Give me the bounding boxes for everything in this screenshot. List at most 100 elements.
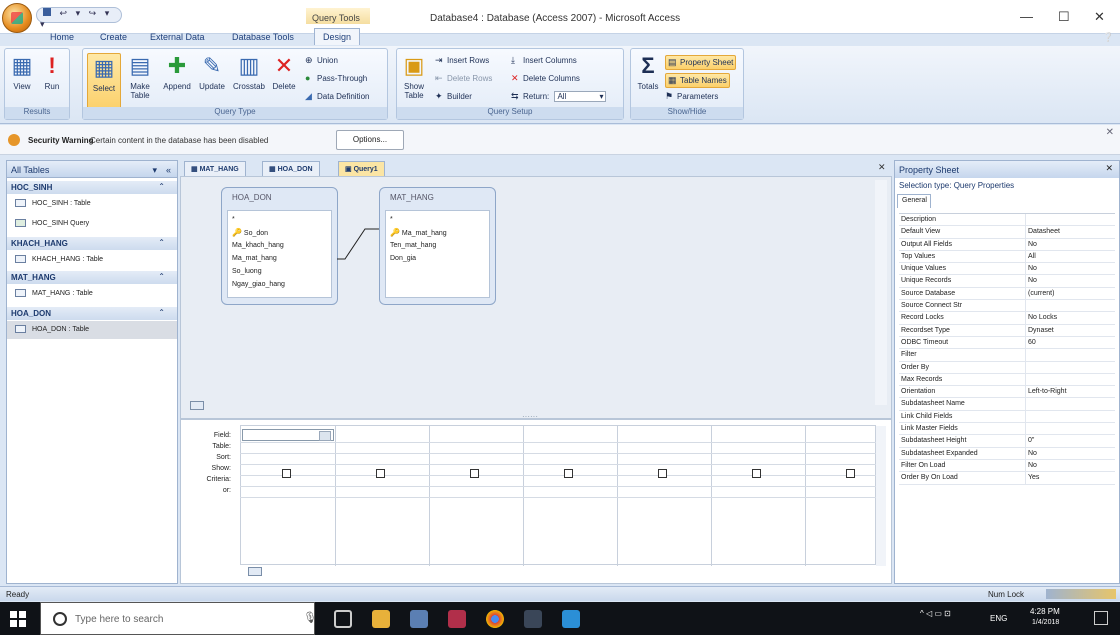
- property-row[interactable]: ODBC Timeout 60: [899, 336, 1115, 350]
- nav-group-hoc-sinh[interactable]: HOC_SINH ⌃: [7, 181, 177, 194]
- property-row[interactable]: Record Locks No Locks: [899, 312, 1115, 325]
- microphone-icon[interactable]: 🎙: [303, 611, 317, 624]
- property-row[interactable]: Output All Fields No: [899, 238, 1115, 251]
- insert-columns-button[interactable]: ⤓ Insert Columns: [511, 55, 577, 66]
- property-row[interactable]: Unique Values No: [899, 263, 1115, 276]
- help-icon[interactable]: ❔: [1103, 32, 1114, 43]
- nav-item-hoc-sinh-table[interactable]: HOC_SINH : Table: [7, 195, 177, 213]
- property-row[interactable]: Max Records: [899, 373, 1115, 387]
- property-value[interactable]: Yes: [1025, 472, 1115, 485]
- system-tray-icons[interactable]: ^ ◁ ▭ ⊡: [920, 609, 951, 618]
- grid-columns[interactable]: [240, 425, 876, 566]
- collapse-icon[interactable]: ⌃: [158, 238, 165, 247]
- property-row[interactable]: Default View Datasheet: [899, 226, 1115, 239]
- field-item[interactable]: So_luong: [232, 265, 327, 278]
- show-checkbox[interactable]: [752, 469, 761, 478]
- select-button[interactable]: ▦ Select: [87, 53, 121, 111]
- vertical-scrollbar[interactable]: [875, 180, 887, 405]
- grid-horizontal-scrollbar[interactable]: [244, 567, 874, 577]
- property-value[interactable]: [1025, 410, 1115, 423]
- redo-dropdown-icon[interactable]: ▾: [105, 8, 110, 18]
- language-indicator[interactable]: ENG: [990, 614, 1007, 623]
- show-checkbox[interactable]: [564, 469, 573, 478]
- grid-vertical-scrollbar[interactable]: [876, 426, 886, 566]
- property-row[interactable]: Subdatasheet Name: [899, 398, 1115, 411]
- chrome-icon[interactable]: [486, 610, 504, 628]
- task-view-icon[interactable]: [334, 610, 352, 628]
- field-item[interactable]: Don_gia: [390, 252, 485, 265]
- collapse-icon[interactable]: ⌃: [158, 182, 165, 191]
- maximize-button[interactable]: ☐: [1058, 9, 1070, 25]
- security-options-button[interactable]: Options...: [336, 130, 404, 150]
- chevron-down-icon[interactable]: ▾: [152, 165, 157, 176]
- property-value[interactable]: (current): [1025, 287, 1115, 300]
- property-value[interactable]: No Locks: [1025, 312, 1115, 325]
- windows-start-icon[interactable]: [10, 611, 26, 627]
- redo-icon[interactable]: ↪: [89, 8, 97, 18]
- field-list-hoa-don[interactable]: HOA_DON * 🔑 So_don Ma_khach_hang Ma_mat_…: [221, 187, 338, 305]
- parameters-button[interactable]: ⚑ Parameters: [665, 91, 718, 102]
- tab-query1[interactable]: ▣ Query1: [338, 161, 385, 176]
- nav-group-mat-hang[interactable]: MAT_HANG ⌃: [7, 271, 177, 284]
- field-list-mat-hang[interactable]: MAT_HANG * 🔑 Ma_mat_hang Ten_mat_hang Do…: [379, 187, 496, 305]
- update-button[interactable]: ✎ Update: [195, 53, 229, 91]
- minimize-button[interactable]: —: [1020, 9, 1033, 24]
- tab-home[interactable]: Home: [50, 32, 74, 42]
- scroll-thumb[interactable]: [248, 567, 262, 576]
- append-button[interactable]: ✚ Append: [159, 53, 195, 91]
- tab-hoa-don[interactable]: ▦ HOA_DON: [262, 161, 320, 176]
- grid-column[interactable]: [711, 426, 805, 566]
- property-row[interactable]: Order By On Load Yes: [899, 472, 1115, 485]
- undo-icon[interactable]: ↩: [60, 8, 68, 18]
- delete-columns-button[interactable]: ✕ Delete Columns: [511, 73, 580, 84]
- access-app-icon[interactable]: [448, 610, 466, 628]
- close-button[interactable]: ✕: [1094, 9, 1105, 25]
- close-icon[interactable]: ✕: [1106, 127, 1114, 138]
- notification-icon[interactable]: [1094, 611, 1108, 625]
- grid-column[interactable]: [241, 426, 335, 566]
- property-row[interactable]: Filter: [899, 349, 1115, 362]
- property-value[interactable]: Dynaset: [1025, 324, 1115, 337]
- property-value[interactable]: No: [1025, 275, 1115, 288]
- crosstab-button[interactable]: ▥ Crosstab: [231, 53, 267, 91]
- tab-create[interactable]: Create: [100, 32, 127, 42]
- app-icon[interactable]: [562, 610, 580, 628]
- property-value[interactable]: [1025, 300, 1115, 313]
- field-item[interactable]: Ma_mat_hang: [232, 252, 327, 265]
- property-row[interactable]: Subdatasheet Height 0": [899, 435, 1115, 448]
- show-checkbox[interactable]: [846, 469, 855, 478]
- field-item[interactable]: *: [390, 213, 485, 226]
- show-checkbox[interactable]: [470, 469, 479, 478]
- clock-time[interactable]: 4:28 PM: [1030, 607, 1060, 616]
- field-item[interactable]: *: [232, 213, 327, 226]
- property-value[interactable]: No: [1025, 238, 1115, 251]
- nav-header[interactable]: All Tables ▾ «: [7, 161, 177, 178]
- quick-access-toolbar[interactable]: ↩ ▾ ↪ ▾ ▾: [36, 7, 122, 29]
- property-sheet-button[interactable]: ▤ Property Sheet: [665, 55, 737, 70]
- view-button[interactable]: ▦ View: [7, 53, 37, 91]
- close-document-icon[interactable]: ✕: [878, 162, 886, 173]
- property-row[interactable]: Link Master Fields: [899, 423, 1115, 436]
- field-item[interactable]: Ma_khach_hang: [232, 239, 327, 252]
- nav-group-khach-hang[interactable]: KHACH_HANG ⌃: [7, 237, 177, 250]
- grid-column[interactable]: [335, 426, 429, 566]
- app-icon[interactable]: [524, 610, 542, 628]
- tab-general[interactable]: General: [897, 194, 931, 208]
- tab-mat-hang[interactable]: ▦ MAT_HANG: [184, 161, 246, 176]
- grid-column[interactable]: [523, 426, 617, 566]
- property-value[interactable]: [1025, 423, 1115, 436]
- save-icon[interactable]: [43, 8, 51, 16]
- shutter-bar-icon[interactable]: «: [166, 165, 171, 175]
- nav-item-hoa-don-table[interactable]: HOA_DON : Table: [7, 321, 177, 339]
- property-row[interactable]: Unique Records No: [899, 275, 1115, 288]
- property-value[interactable]: 0": [1025, 435, 1115, 448]
- property-value[interactable]: All: [1025, 250, 1115, 263]
- horizontal-scrollbar[interactable]: [184, 400, 874, 412]
- union-button[interactable]: ⊕ Union: [305, 55, 338, 66]
- property-row[interactable]: Subdatasheet Expanded No: [899, 447, 1115, 460]
- run-button[interactable]: ! Run: [37, 53, 67, 91]
- show-checkbox[interactable]: [658, 469, 667, 478]
- property-row[interactable]: Link Child Fields: [899, 410, 1115, 424]
- field-item[interactable]: 🔑 Ma_mat_hang: [390, 226, 485, 239]
- field-item[interactable]: 🔑 So_don: [232, 226, 327, 239]
